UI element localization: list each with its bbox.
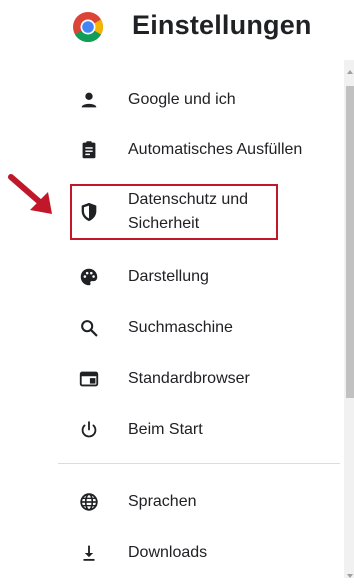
chrome-logo-icon	[72, 11, 104, 43]
clipboard-icon	[78, 139, 100, 161]
page-title: Einstellungen	[132, 10, 312, 40]
sidebar-item-label: Suchmaschine	[128, 319, 233, 336]
scrollbar-thumb[interactable]	[346, 86, 354, 398]
download-icon	[78, 542, 100, 564]
sidebar-item-appearance[interactable]: Darstellung	[0, 255, 340, 299]
search-icon	[78, 317, 100, 339]
sidebar-item-search-engine[interactable]: Suchmaschine	[0, 306, 340, 350]
sidebar-item-languages[interactable]: Sprachen	[0, 480, 340, 524]
scroll-down-arrow-icon[interactable]	[346, 568, 354, 578]
sidebar-item-autofill[interactable]: Automatisches Ausfüllen	[0, 128, 340, 172]
browser-window-icon	[78, 368, 100, 390]
globe-icon	[78, 491, 100, 513]
sidebar-item-label: Downloads	[128, 544, 208, 561]
sidebar-item-google-und-ich[interactable]: Google und ich	[0, 78, 340, 122]
sidebar-item-label: Google und ich	[128, 91, 236, 108]
sidebar-item-label: Standardbrowser	[128, 370, 250, 387]
power-icon	[78, 419, 100, 441]
sidebar-item-label: Automatisches Ausfüllen	[128, 141, 303, 158]
scroll-up-arrow-icon[interactable]	[346, 64, 354, 74]
section-divider	[58, 463, 340, 464]
palette-icon	[78, 266, 100, 288]
settings-header: Einstellungen	[0, 0, 354, 56]
sidebar-item-downloads[interactable]: Downloads	[0, 531, 340, 575]
highlight-box	[70, 184, 278, 240]
red-arrow-icon	[8, 174, 58, 218]
sidebar-item-default-browser[interactable]: Standardbrowser	[0, 357, 340, 401]
sidebar-item-label: Darstellung	[128, 268, 209, 285]
sidebar-item-on-startup[interactable]: Beim Start	[0, 408, 340, 452]
sidebar-item-label: Sprachen	[128, 493, 197, 510]
sidebar-item-label: Beim Start	[128, 421, 203, 438]
person-icon	[78, 89, 100, 111]
